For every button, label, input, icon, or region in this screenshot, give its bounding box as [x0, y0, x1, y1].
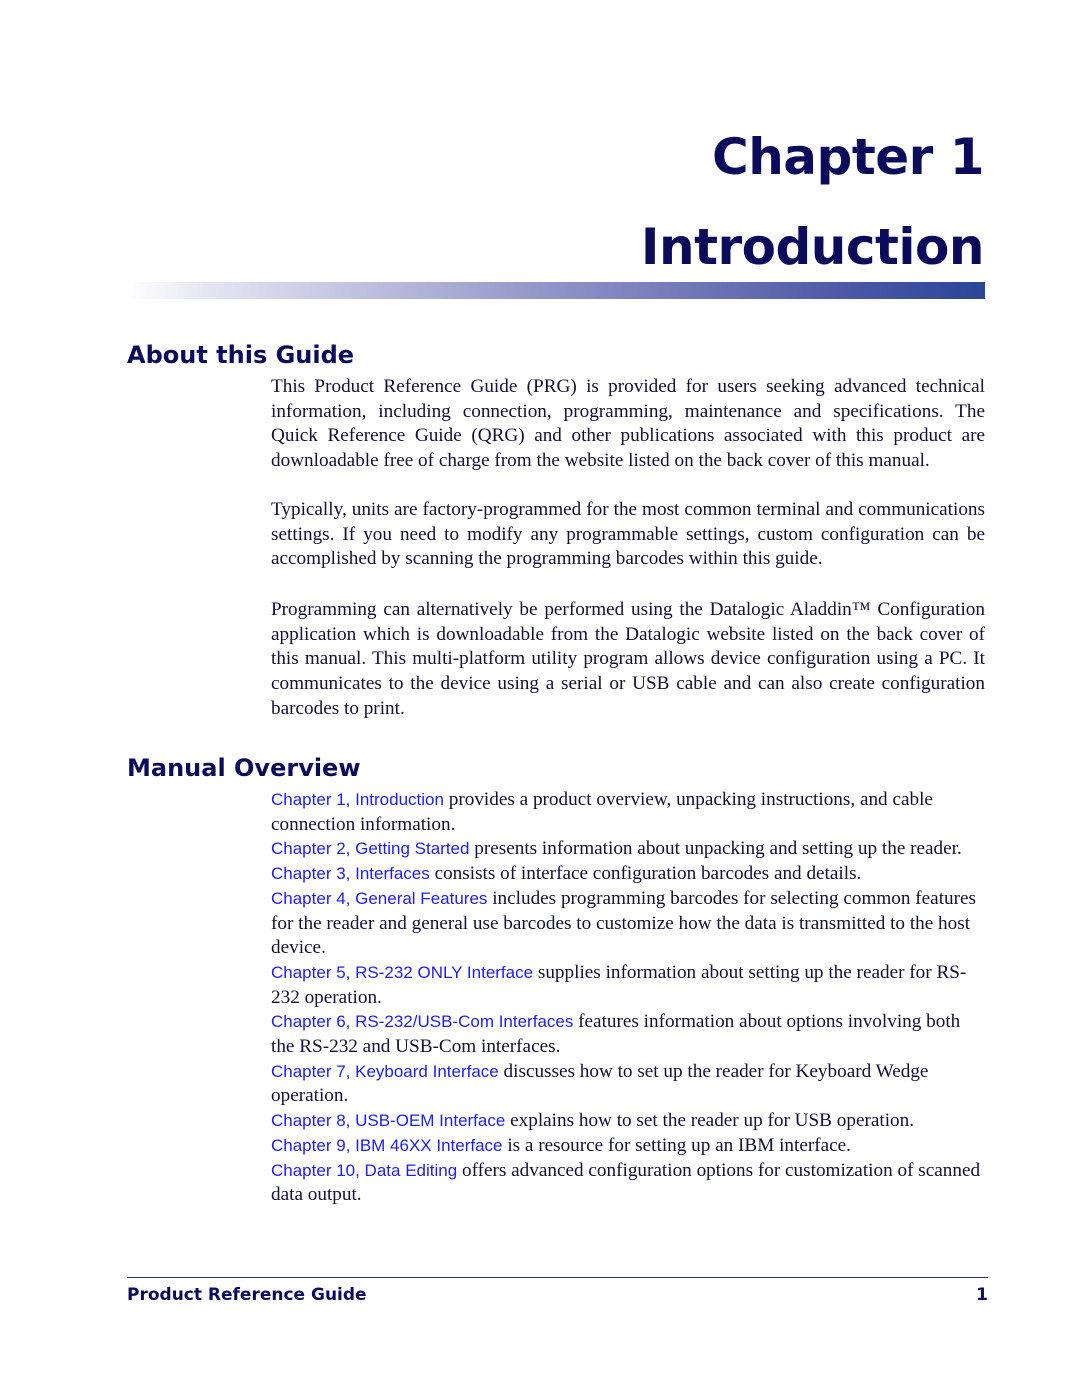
- chapter-description: consists of interface configuration barc…: [429, 863, 862, 885]
- chapter-10-link[interactable]: Chapter 10, Data Editing: [271, 1161, 457, 1180]
- chapter-7-link[interactable]: Chapter 7, Keyboard Interface: [271, 1062, 499, 1081]
- about-paragraph-3: Programming can alternatively be perform…: [271, 599, 985, 719]
- chapter-9-link[interactable]: Chapter 9, IBM 46XX Interface: [271, 1136, 503, 1155]
- section-heading-about: About this Guide: [127, 341, 355, 369]
- footer-guide-title: Product Reference Guide: [127, 1285, 367, 1305]
- chapter-title: Chapter 1 Introduction: [640, 112, 985, 292]
- list-item: Chapter 1, Introduction provides a produ…: [271, 788, 985, 837]
- list-item: Chapter 3, Interfaces consists of interf…: [271, 862, 985, 887]
- chapter-title-gradient-bar: [127, 282, 985, 299]
- chapter-3-link[interactable]: Chapter 3, Interfaces: [271, 864, 430, 883]
- section-heading-manual-overview: Manual Overview: [127, 754, 361, 782]
- chapter-5-link[interactable]: Chapter 5, RS-232 ONLY Interface: [271, 963, 533, 982]
- list-item: Chapter 7, Keyboard Interface discusses …: [271, 1060, 985, 1109]
- footer-page-number: 1: [976, 1285, 988, 1305]
- chapter-overview-list: Chapter 1, Introduction provides a produ…: [271, 788, 985, 1208]
- list-item: Chapter 8, USB-OEM Interface explains ho…: [271, 1109, 985, 1134]
- list-item: Chapter 2, Getting Started presents info…: [271, 837, 985, 862]
- list-item: Chapter 4, General Features includes pro…: [271, 887, 985, 961]
- list-item: Chapter 6, RS-232/USB-Com Interfaces fea…: [271, 1010, 985, 1059]
- chapter-description: presents information about unpacking and…: [469, 838, 962, 860]
- chapter-description: is a resource for setting up an IBM inte…: [502, 1134, 851, 1156]
- chapter-8-link[interactable]: Chapter 8, USB-OEM Interface: [271, 1111, 505, 1130]
- chapter-6-link[interactable]: Chapter 6, RS-232/USB-Com Interfaces: [271, 1012, 573, 1031]
- chapter-2-link[interactable]: Chapter 2, Getting Started: [271, 839, 469, 858]
- list-item: Chapter 9, IBM 46XX Interface is a resou…: [271, 1134, 985, 1159]
- list-item: Chapter 10, Data Editing offers advanced…: [271, 1159, 985, 1208]
- chapter-name: Introduction: [640, 218, 985, 276]
- list-item: Chapter 5, RS-232 ONLY Interface supplie…: [271, 961, 985, 1010]
- about-paragraph-1: This Product Reference Guide (PRG) is pr…: [271, 376, 985, 472]
- chapter-1-link[interactable]: Chapter 1, Introduction: [271, 790, 444, 809]
- chapter-description: explains how to set the reader up for US…: [505, 1110, 915, 1132]
- about-paragraph-2: Typically, units are factory-programmed …: [271, 499, 985, 570]
- document-page: Chapter 1 Introduction About this Guide …: [0, 0, 1080, 1397]
- footer-divider: [127, 1277, 988, 1278]
- chapter-4-link[interactable]: Chapter 4, General Features: [271, 889, 487, 908]
- chapter-number-label: Chapter 1: [712, 128, 985, 186]
